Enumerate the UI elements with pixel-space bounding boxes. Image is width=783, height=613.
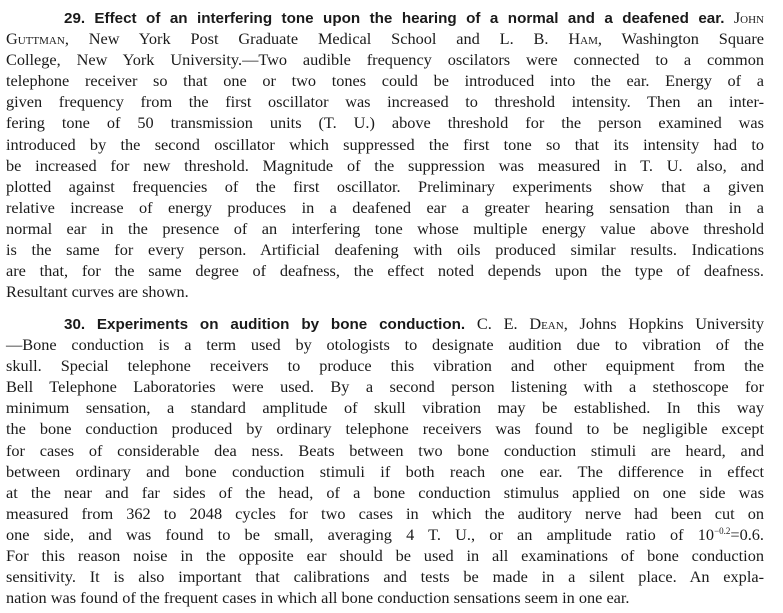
abstract-text-line: minimum sensation, a standard amplitude …	[6, 398, 764, 418]
text-fragment: , Washington Square	[597, 29, 764, 49]
abstract-text-line: introduced by the second oscillator whic…	[6, 134, 764, 154]
abstract-text-line: skull. Special telephone receivers to pr…	[6, 356, 764, 376]
text-fragment: one side, and was found to be small, ave…	[6, 524, 715, 544]
abstract-text-line: Guttman, New York Post Graduate Medical …	[6, 28, 764, 49]
abstract-heading-line: 30. Experiments on audition by bone cond…	[6, 313, 764, 334]
abstract-text-line: are that, for the same degree of deafnes…	[6, 261, 764, 281]
abstract-text-line: Resultant curves are shown.	[6, 282, 189, 302]
abstract-text-line: one side, and was found to be small, ave…	[6, 524, 764, 545]
author-name: C. E. Dean	[476, 314, 564, 333]
abstract-heading-line: 29. Effect of an interfering tone upon t…	[6, 7, 764, 28]
abstract-text-line: Bell Telephone Laboratories were used. B…	[6, 377, 764, 397]
abstract-text-line: plotted against frequencies of the first…	[6, 176, 764, 196]
abstract-text-line: For this reason noise in the opposite ea…	[6, 546, 764, 566]
abstract-text-line: telephone receiver so that one or two to…	[6, 71, 764, 91]
journal-page: 29. Effect of an interfering tone upon t…	[0, 0, 783, 613]
abstract-text-line: is the same for every person. Artificial…	[6, 240, 764, 260]
abstract-text-line: relative increase of energy produces in …	[6, 197, 764, 217]
affiliation-text: , Johns Hopkins University	[563, 314, 765, 333]
abstract-text-line: the bone conduction produced by ordinary…	[6, 419, 764, 439]
abstract-text-line: between ordinary and bone conduction sti…	[6, 461, 764, 481]
abstract-text-line: fering tone of 50 transmission units (T.…	[6, 113, 764, 133]
abstract-title: Experiments on audition by bone conducti…	[96, 316, 466, 333]
abstract-text-line: sensitivity. It is also important that c…	[6, 567, 764, 587]
abstract-text-line: normal ear in the presence of an interfe…	[6, 218, 764, 238]
abstract-text-line: College, New York University.—Two audibl…	[6, 50, 764, 70]
ratio-result: =0.6.	[730, 524, 764, 544]
abstract-text-line: nation was found of the frequent cases i…	[6, 588, 630, 608]
author-name: Ham	[568, 29, 598, 49]
abstract-title: Effect of an interfering tone upon the h…	[94, 10, 725, 27]
abstract-number: 29.	[64, 10, 86, 27]
abstract-text-line: at the near and far sides of the head, o…	[6, 482, 764, 502]
abstract-30: 30. Experiments on audition by bone cond…	[6, 313, 764, 608]
affiliation-text: , New York Post Graduate Medical School …	[64, 29, 549, 49]
abstract-text-line: for cases of considerable dea ness. Beat…	[6, 440, 764, 460]
abstract-text-line: measured from 362 to 2048 cycles for two…	[6, 503, 764, 523]
abstract-text-line: be increased for new threshold. Magnitud…	[6, 155, 764, 175]
ratio-exponent: −0.2	[714, 525, 731, 536]
abstract-text-line: given frequency from the first oscillato…	[6, 92, 764, 112]
author-name: Guttman	[6, 29, 65, 49]
abstract-29: 29. Effect of an interfering tone upon t…	[6, 7, 764, 302]
abstract-number: 30.	[64, 316, 86, 333]
abstract-text-line: —Bone conduction is a term used by otolo…	[6, 335, 764, 355]
author-name: John	[733, 8, 764, 27]
